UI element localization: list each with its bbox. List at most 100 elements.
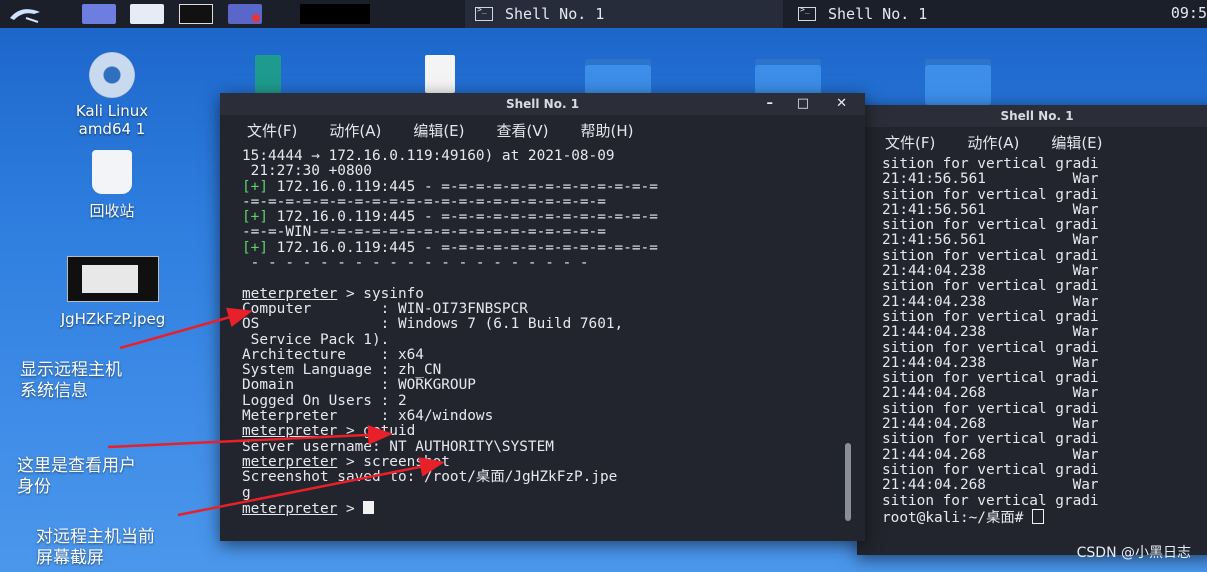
workspace-switcher[interactable] <box>300 4 370 24</box>
binary-file-icon[interactable] <box>425 55 455 93</box>
kali-menu-icon[interactable] <box>6 4 46 24</box>
menu-action[interactable]: 动作(A) <box>967 132 1019 153</box>
terminal-line: meterpreter > sysinfo <box>242 285 865 302</box>
zip-file-icon[interactable] <box>255 55 281 93</box>
terminal-line: meterpreter > screenshot <box>242 453 865 470</box>
terminal-text: - - - - - - - - - - - - - - - - - - - - <box>242 255 589 272</box>
terminal-line: 15:4444 → 172.16.0.119:49160) at 2021-08… <box>242 148 865 164</box>
terminal-line: meterpreter > <box>242 500 865 517</box>
desktop-icon-label: Kali Linux amd64 1 <box>75 102 149 138</box>
clock: 09:5 <box>1170 4 1207 22</box>
menu-action[interactable]: 动作(A) <box>329 120 381 141</box>
taskbar-task-label: Shell No. 1 <box>828 5 928 23</box>
status-marker: [+] <box>242 239 268 256</box>
annotation-line: 屏幕截屏 <box>36 548 104 568</box>
minimize-button[interactable]: – <box>767 93 774 115</box>
annotation-line: 身份 <box>17 477 51 497</box>
terminal-line: 21:41:56.561 War <box>882 232 1099 249</box>
scrollbar[interactable] <box>845 443 851 521</box>
terminal-line: System Language : zh_CN <box>242 363 865 378</box>
terminal-line: Computer : WIN-OI73FNBSPCR <box>242 301 865 317</box>
terminal-text: System Language : zh_CN <box>242 362 442 379</box>
terminal-text: Meterpreter : x64/windows <box>242 408 494 425</box>
terminal-window-secondary[interactable]: Shell No. 1 文件(F) 动作(A) 编辑(E) sition for… <box>857 105 1207 555</box>
terminal-line: sition for vertical gradi <box>882 308 1099 325</box>
taskbar-task-2[interactable]: Shell No. 1 <box>788 0 1088 28</box>
terminal-line: 21:44:04.238 War <box>882 293 1099 310</box>
menu-help[interactable]: 帮助(H) <box>580 120 633 141</box>
terminal-text: Service Pack 1). <box>242 331 390 348</box>
disc-icon <box>89 52 135 98</box>
home-folder-icon[interactable] <box>925 59 991 105</box>
terminal-output[interactable]: 15:4444 → 172.16.0.119:49160) at 2021-08… <box>220 145 865 529</box>
terminal-line: Service Pack 1). <box>242 331 865 348</box>
terminal-line: 21:44:04.268 War <box>882 446 1099 463</box>
trash-icon <box>92 150 132 194</box>
meterpreter-prompt: meterpreter <box>242 453 338 470</box>
meterpreter-prompt: meterpreter <box>242 285 338 302</box>
terminal-line: Domain : WORKGROUP <box>242 378 865 393</box>
annotation-line: 这里是查看用户 <box>17 456 136 476</box>
taskbar-task-1[interactable]: Shell No. 1 <box>465 0 783 28</box>
image-thumbnail-icon <box>67 256 159 302</box>
menu-edit[interactable]: 编辑(E) <box>413 120 464 141</box>
status-marker: [+] <box>242 209 268 226</box>
terminal-text: Domain : WORKGROUP <box>242 377 476 394</box>
terminal-text: > <box>337 500 364 517</box>
desktop-icon-kali-disc[interactable]: Kali Linux amd64 1 <box>52 52 172 138</box>
terminal-line: sition for vertical gradi <box>882 217 1099 234</box>
terminal-line: Logged On Users : 2 <box>242 393 865 409</box>
terminal-text: > sysinfo <box>337 285 424 302</box>
watermark: CSDN @小黑日志 <box>1076 545 1191 561</box>
terminal-text: 21:27:30 +0800 <box>242 163 372 180</box>
workspace-icon[interactable] <box>82 4 116 24</box>
terminal-line: 21:44:04.238 War <box>882 324 1099 341</box>
desktop-icon-screenshot-file[interactable]: JgHZkFzP.jpeg <box>38 256 188 328</box>
window-title: Shell No. 1 <box>505 97 580 111</box>
terminal-line: 21:44:04.268 War <box>882 477 1099 494</box>
terminal-text: 15:4444 → 172.16.0.119:49160) at 2021-08… <box>242 148 615 164</box>
menu-edit[interactable]: 编辑(E) <box>1051 132 1102 153</box>
terminal-text: g <box>242 484 251 501</box>
shell-prompt: root@kali:~/桌面# <box>882 509 1033 526</box>
text-cursor <box>1032 508 1045 524</box>
terminal-line: Screenshot saved to: /root/桌面/JgHZkFzP.j… <box>242 470 865 485</box>
terminal-text: -=-=-=-=-=-=-=-=-=-=-=-=-=-=-=-=-=-=-=-=… <box>242 193 606 210</box>
terminal-text: Server username: NT AUTHORITY\SYSTEM <box>242 438 554 455</box>
menu-view[interactable]: 查看(V) <box>497 120 549 141</box>
annotation-getuid: 这里是查看用户 身份 <box>17 456 136 498</box>
desktop-icon-label: 回收站 <box>89 202 135 220</box>
annotation-line: 对远程主机当前 <box>36 527 155 547</box>
file-manager-icon[interactable] <box>130 4 164 24</box>
terminal-line: sition for vertical gradi <box>882 339 1099 356</box>
terminal-task-icon <box>798 5 816 21</box>
meterpreter-prompt: meterpreter <box>242 500 338 517</box>
terminal-text: > getuid <box>337 423 416 440</box>
taskbar-task-label: Shell No. 1 <box>505 5 605 23</box>
menu-file[interactable]: 文件(F) <box>247 120 297 141</box>
terminal-output[interactable]: sition for vertical gradi 21:41:56.561 Wa… <box>857 157 1207 537</box>
terminal-icon[interactable] <box>179 4 213 24</box>
terminal-window-main[interactable]: Shell No. 1 – □ ✕ 文件(F) 动作(A) 编辑(E) 查看(V… <box>220 93 865 541</box>
text-cursor <box>363 500 375 514</box>
terminal-line: sition for vertical gradi <box>882 186 1099 203</box>
desktop-icon-trash[interactable]: 回收站 <box>62 150 162 220</box>
terminal-text: Screenshot saved to: /root/桌面/JgHZkFzP.j… <box>242 469 618 486</box>
screen-recorder-icon[interactable] <box>228 4 262 24</box>
terminal-line: 21:44:04.268 War <box>882 385 1099 402</box>
close-button[interactable]: ✕ <box>836 93 847 115</box>
terminal-line: sition for vertical gradi <box>882 492 1099 509</box>
meterpreter-prompt: meterpreter <box>242 423 338 440</box>
terminal-text: -=-=-WIN-=-=-=-=-=-=-=-=-=-=-=-=-=-=-=-=… <box>242 224 606 241</box>
terminal-line: 21:44:04.238 War <box>882 263 1099 280</box>
terminal-line: meterpreter > getuid <box>242 424 865 439</box>
terminal-line: -=-=-=-=-=-=-=-=-=-=-=-=-=-=-=-=-=-=-=-=… <box>242 193 865 210</box>
status-marker: [+] <box>242 178 268 195</box>
terminal-line: 21:44:04.238 War <box>882 354 1099 371</box>
terminal-line: sition for vertical gradi <box>882 278 1099 295</box>
annotation-line: 显示远程主机 <box>20 360 122 380</box>
menu-file[interactable]: 文件(F) <box>885 132 935 153</box>
maximize-button[interactable]: □ <box>797 93 809 115</box>
terminal-line: sition for vertical gradi <box>882 157 1099 172</box>
